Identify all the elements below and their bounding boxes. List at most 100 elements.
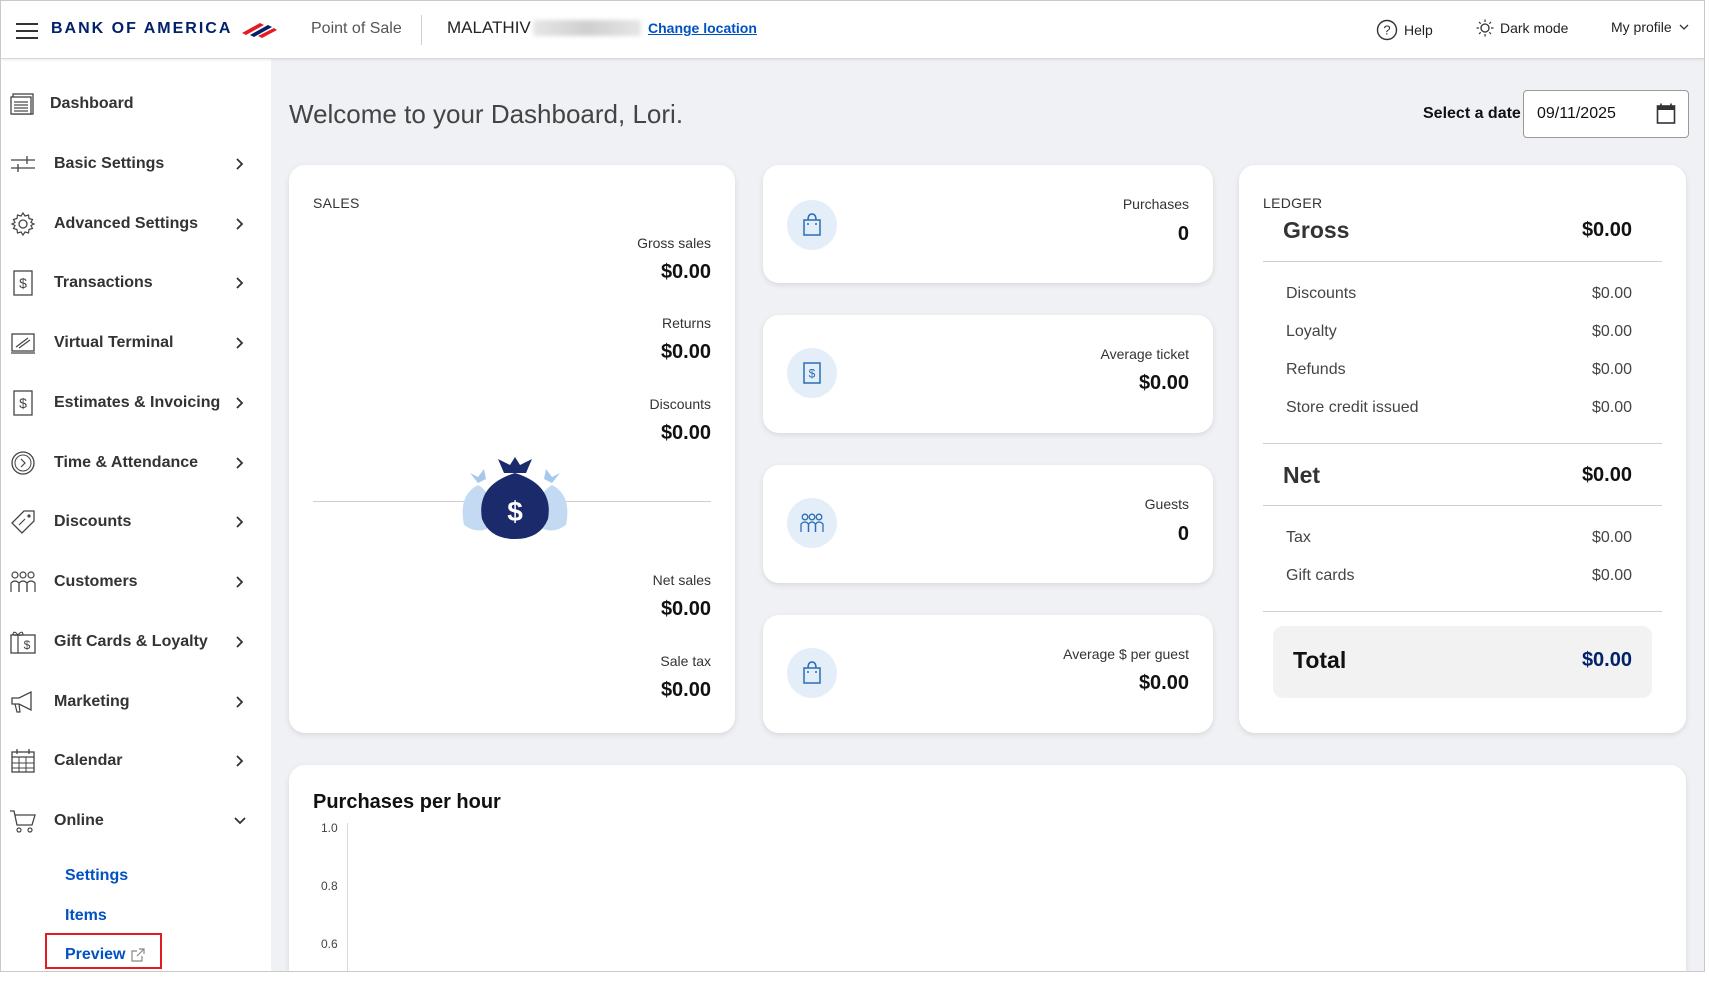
ledger-loyalty-label: Loyalty bbox=[1286, 323, 1337, 340]
ledger-store-credit-label: Store credit issued bbox=[1286, 399, 1419, 416]
money-bag-icon: $ bbox=[462, 457, 568, 539]
guests-value: 0 bbox=[1177, 523, 1189, 545]
ledger-divider bbox=[1263, 611, 1662, 612]
average-per-guest-value: $0.00 bbox=[1138, 672, 1189, 694]
sidebar-item-transactions[interactable]: $ Transactions bbox=[1, 260, 271, 306]
sidebar-item-virtual-terminal[interactable]: Virtual Terminal bbox=[1, 320, 271, 366]
sidebar-item-dashboard[interactable]: Dashboard bbox=[1, 81, 271, 127]
sales-card: SALES Gross sales $0.00 Returns $0.00 Di… bbox=[289, 165, 735, 733]
guests-card: Guests 0 bbox=[763, 465, 1213, 583]
ledger-divider bbox=[1263, 443, 1662, 444]
purchases-card: Purchases 0 bbox=[763, 165, 1213, 283]
ledger-divider bbox=[1263, 505, 1662, 506]
ledger-total-value: $0.00 bbox=[1581, 649, 1632, 671]
ledger-divider bbox=[1263, 261, 1662, 262]
sidebar-item-online[interactable]: Online bbox=[1, 798, 271, 844]
gross-sales-value: $0.00 bbox=[660, 261, 711, 283]
chevron-right-icon bbox=[236, 397, 244, 409]
dark-mode-toggle[interactable]: Dark mode bbox=[1476, 19, 1568, 37]
flag-logo-icon bbox=[242, 23, 278, 38]
purchases-label: Purchases bbox=[1122, 196, 1189, 212]
ledger-tax-label: Tax bbox=[1286, 529, 1311, 546]
sidebar-item-label: Transactions bbox=[54, 274, 153, 291]
hamburger-menu-icon[interactable] bbox=[16, 23, 38, 39]
y-tick-label: 1.0 bbox=[321, 821, 338, 835]
sidebar-item-gift-cards-loyalty[interactable]: $ Gift Cards & Loyalty bbox=[1, 619, 271, 665]
help-button[interactable]: ? Help bbox=[1376, 19, 1433, 41]
ledger-discounts-value: $0.00 bbox=[1591, 285, 1632, 302]
chevron-right-icon bbox=[236, 218, 244, 230]
ledger-gift-cards-label: Gift cards bbox=[1286, 567, 1355, 584]
returns-value: $0.00 bbox=[660, 341, 711, 363]
svg-text:$: $ bbox=[24, 638, 31, 652]
sidebar-item-label: Calendar bbox=[54, 752, 123, 769]
discounts-label: Discounts bbox=[649, 396, 711, 412]
online-settings-link[interactable]: Settings bbox=[65, 867, 128, 885]
header-divider bbox=[421, 15, 422, 45]
date-label: Select a date bbox=[1423, 105, 1521, 122]
y-tick-label: 0.8 bbox=[321, 879, 338, 893]
ledger-refunds-value: $0.00 bbox=[1591, 361, 1632, 378]
change-location-link[interactable]: Change location bbox=[648, 20, 757, 36]
svg-text:$: $ bbox=[507, 496, 523, 527]
sidebar-item-label: Virtual Terminal bbox=[54, 334, 174, 351]
chart-title: Purchases per hour bbox=[313, 791, 501, 813]
sidebar-item-advanced-settings[interactable]: Advanced Settings bbox=[1, 201, 271, 247]
highlight-box bbox=[45, 933, 162, 969]
net-sales-value: $0.00 bbox=[660, 598, 711, 620]
ledger-tax-value: $0.00 bbox=[1591, 529, 1632, 546]
sliders-icon bbox=[9, 150, 37, 178]
sidebar-item-marketing[interactable]: Marketing bbox=[1, 679, 271, 725]
sidebar-item-time-attendance[interactable]: Time & Attendance bbox=[1, 440, 271, 486]
net-sales-label: Net sales bbox=[652, 572, 711, 588]
ledger-refunds-label: Refunds bbox=[1286, 361, 1346, 378]
average-per-guest-label: Average $ per guest bbox=[1063, 646, 1189, 662]
help-icon: ? bbox=[1376, 19, 1398, 41]
tag-icon bbox=[9, 508, 37, 536]
dashboard-main: Welcome to your Dashboard, Lori. Select … bbox=[271, 59, 1704, 971]
chevron-right-icon bbox=[236, 337, 244, 349]
sale-tax-label: Sale tax bbox=[660, 653, 711, 669]
shopping-bag-icon bbox=[787, 200, 837, 250]
chevron-right-icon bbox=[236, 457, 244, 469]
average-per-guest-card: Average $ per guest $0.00 bbox=[763, 615, 1213, 733]
chevron-right-icon bbox=[236, 576, 244, 588]
ledger-net-label: Net bbox=[1283, 462, 1321, 488]
page-title: Welcome to your Dashboard, Lori. bbox=[289, 99, 684, 129]
ledger-total-box: Total $0.00 bbox=[1273, 626, 1652, 698]
sun-icon bbox=[1476, 19, 1494, 37]
help-label: Help bbox=[1404, 22, 1433, 38]
clock-icon bbox=[9, 449, 37, 477]
sidebar-item-calendar[interactable]: Calendar bbox=[1, 738, 271, 784]
date-input[interactable]: 09/11/2025 bbox=[1523, 90, 1689, 138]
ledger-gross-label: Gross bbox=[1283, 217, 1350, 243]
sidebar-item-label: Marketing bbox=[54, 693, 130, 710]
cart-icon bbox=[9, 807, 37, 835]
gift-card-icon: $ bbox=[9, 628, 37, 656]
guests-label: Guests bbox=[1144, 496, 1189, 512]
average-ticket-label: Average ticket bbox=[1100, 346, 1189, 362]
online-items-link[interactable]: Items bbox=[65, 907, 107, 925]
my-profile-label: My profile bbox=[1611, 19, 1672, 35]
ledger-title: LEDGER bbox=[1263, 195, 1323, 211]
my-profile-menu[interactable]: My profile bbox=[1611, 19, 1690, 35]
ledger-total-label: Total bbox=[1293, 647, 1347, 673]
sidebar-item-customers[interactable]: Customers bbox=[1, 559, 271, 605]
sidebar-item-label: Advanced Settings bbox=[54, 215, 199, 232]
chevron-right-icon bbox=[236, 696, 244, 708]
megaphone-icon bbox=[9, 688, 37, 716]
shopping-bag-icon bbox=[787, 648, 837, 698]
sidebar-item-estimates-invoicing[interactable]: $ Estimates & Invoicing bbox=[1, 380, 271, 426]
y-tick-label: 0.6 bbox=[321, 937, 338, 951]
sidebar-item-discounts[interactable]: Discounts bbox=[1, 499, 271, 545]
svg-text:$: $ bbox=[19, 275, 27, 291]
dashboard-icon bbox=[9, 90, 37, 118]
date-value: 09/11/2025 bbox=[1537, 105, 1616, 122]
calendar-icon[interactable] bbox=[1656, 103, 1676, 125]
average-ticket-card: $ Average ticket $0.00 bbox=[763, 315, 1213, 433]
chevron-down-icon bbox=[1679, 24, 1689, 30]
sidebar-item-basic-settings[interactable]: Basic Settings bbox=[1, 141, 271, 187]
average-ticket-value: $0.00 bbox=[1138, 372, 1189, 394]
bank-logo[interactable]: BANK OF AMERICA bbox=[51, 19, 278, 39]
chevron-right-icon bbox=[236, 755, 244, 767]
